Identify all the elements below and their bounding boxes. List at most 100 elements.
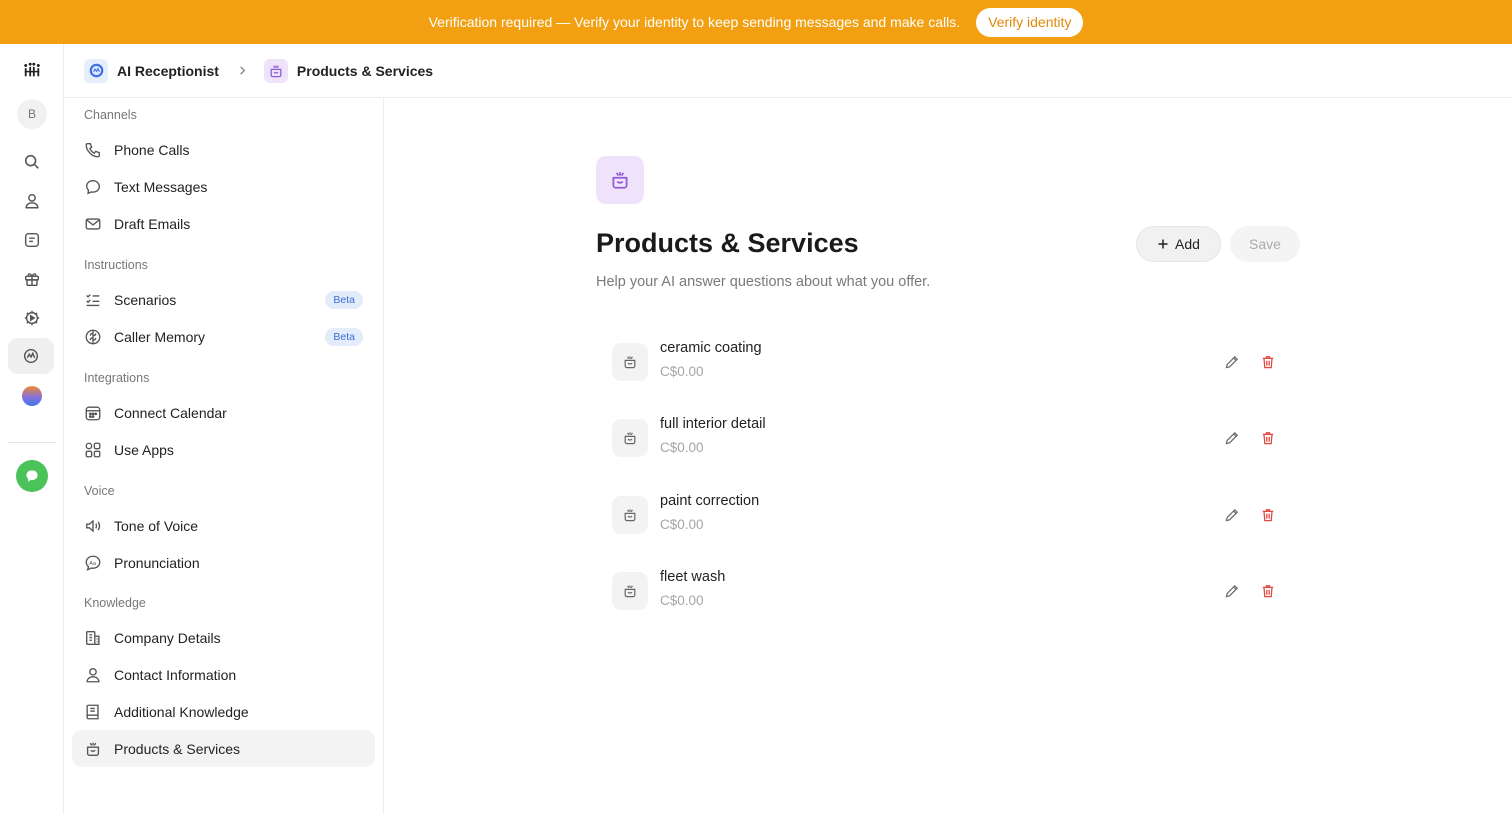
add-button[interactable]: Add xyxy=(1136,226,1221,262)
section-label-integrations: Integrations xyxy=(84,371,150,385)
sidebar-item-label: Products & Services xyxy=(114,740,241,757)
breadcrumb-root[interactable]: AI Receptionist xyxy=(84,58,219,83)
add-button-label: Add xyxy=(1175,236,1200,252)
orb-icon[interactable] xyxy=(12,378,52,414)
avatar-initial: B xyxy=(17,99,47,129)
sidebar-item-phone-calls[interactable]: Phone Calls xyxy=(72,131,375,168)
product-price: C$0.00 xyxy=(660,517,704,532)
section-label-channels: Channels xyxy=(84,108,137,122)
brain-icon xyxy=(85,329,101,344)
verification-banner: Verification required — Verify your iden… xyxy=(0,0,1512,44)
pencil-icon[interactable] xyxy=(1222,352,1242,372)
sidebar-item-contact-information[interactable]: Contact Information xyxy=(72,656,375,693)
ai-receptionist-icon[interactable] xyxy=(8,338,54,374)
speaker-icon xyxy=(86,519,101,532)
settings-sidebar: Channels Phone Calls Text Messages Draft… xyxy=(64,98,384,814)
note-icon[interactable] xyxy=(12,222,52,258)
person-icon[interactable] xyxy=(12,183,52,219)
sidebar-item-label: Scenarios xyxy=(114,291,177,308)
sidebar-item-caller-memory[interactable]: Caller Memory Beta xyxy=(72,318,375,355)
list-item[interactable]: full interior detail C$0.00 xyxy=(612,410,1292,466)
product-icon xyxy=(86,742,100,756)
mail-icon xyxy=(85,217,101,230)
product-price: C$0.00 xyxy=(660,593,704,608)
beta-badge: Beta xyxy=(325,290,363,309)
sidebar-item-label: Caller Memory xyxy=(114,328,206,345)
save-button[interactable]: Save xyxy=(1230,226,1300,262)
sidebar-item-company-details[interactable]: Company Details xyxy=(72,619,375,656)
apps-icon xyxy=(85,442,101,457)
product-icon xyxy=(612,343,648,381)
sidebar-item-tone-of-voice[interactable]: Tone of Voice xyxy=(72,507,375,544)
sidebar-item-draft-emails[interactable]: Draft Emails xyxy=(72,205,375,242)
sidebar-item-scenarios[interactable]: Scenarios Beta xyxy=(72,281,375,318)
sidebar-item-label: Connect Calendar xyxy=(114,404,227,421)
sidebar-item-label: Text Messages xyxy=(114,178,208,195)
gear-play-icon[interactable] xyxy=(12,300,52,336)
book-icon xyxy=(86,704,99,719)
product-name: ceramic coating xyxy=(660,340,762,356)
product-icon xyxy=(612,496,648,534)
main-content: Products & Services Help your AI answer … xyxy=(384,98,1512,814)
building-icon xyxy=(86,630,100,645)
phone-icon xyxy=(85,142,100,157)
sidebar-item-label: Company Details xyxy=(114,629,221,646)
sidebar-item-connect-calendar[interactable]: Connect Calendar xyxy=(72,394,375,431)
breadcrumb: AI Receptionist Products & Services xyxy=(64,44,1512,98)
sidebar-item-label: Contact Information xyxy=(114,666,237,683)
section-label-voice: Voice xyxy=(84,484,115,498)
sidebar-item-label: Pronunciation xyxy=(114,554,200,571)
sidebar-item-pronunciation[interactable]: Aa Pronunciation xyxy=(72,544,375,581)
product-price: C$0.00 xyxy=(660,364,704,379)
message-icon xyxy=(86,179,100,194)
sidebar-item-label: Additional Knowledge xyxy=(114,703,249,720)
product-icon xyxy=(596,156,644,204)
svg-text:Aa: Aa xyxy=(89,560,96,566)
list-item[interactable]: ceramic coating C$0.00 xyxy=(612,334,1292,390)
product-icon xyxy=(612,419,648,457)
logo-icon[interactable] xyxy=(12,52,52,88)
sidebar-item-label: Tone of Voice xyxy=(114,517,199,534)
chevron-right-icon xyxy=(237,65,248,76)
chat-bubble xyxy=(16,460,48,492)
trash-icon[interactable] xyxy=(1258,505,1278,525)
pronunciation-icon: Aa xyxy=(85,555,101,571)
page-subtitle: Help your AI answer questions about what… xyxy=(596,274,931,290)
sidebar-item-products-services[interactable]: Products & Services xyxy=(72,730,375,767)
product-price: C$0.00 xyxy=(660,440,704,455)
pencil-icon[interactable] xyxy=(1222,505,1242,525)
trash-icon[interactable] xyxy=(1258,581,1278,601)
product-name: full interior detail xyxy=(660,416,766,432)
search-icon[interactable] xyxy=(12,144,52,180)
plus-icon xyxy=(1158,239,1168,249)
chat-icon[interactable] xyxy=(12,458,52,494)
checklist-icon xyxy=(86,293,100,306)
calendar-icon xyxy=(85,405,101,420)
product-icon xyxy=(612,572,648,610)
breadcrumb-root-label: AI Receptionist xyxy=(117,62,219,79)
sidebar-item-label: Phone Calls xyxy=(114,141,190,158)
breadcrumb-current-label: Products & Services xyxy=(296,62,434,79)
pencil-icon[interactable] xyxy=(1222,581,1242,601)
banner-message: Verification required — Verify your iden… xyxy=(428,14,961,30)
section-label-instructions: Instructions xyxy=(84,258,148,272)
sidebar-item-use-apps[interactable]: Use Apps xyxy=(72,431,375,468)
pencil-icon[interactable] xyxy=(1222,428,1242,448)
verify-identity-button[interactable]: Verify identity xyxy=(976,7,1084,37)
page-title: Products & Services xyxy=(596,228,859,258)
gift-icon[interactable] xyxy=(12,261,52,297)
icon-rail: B xyxy=(0,44,64,814)
rail-divider xyxy=(8,442,56,443)
trash-icon[interactable] xyxy=(1258,352,1278,372)
breadcrumb-current[interactable]: Products & Services xyxy=(263,58,434,83)
list-item[interactable]: paint correction C$0.00 xyxy=(612,487,1292,543)
product-icon xyxy=(263,58,288,83)
sidebar-item-additional-knowledge[interactable]: Additional Knowledge xyxy=(72,693,375,730)
section-label-knowledge: Knowledge xyxy=(84,596,146,610)
list-item[interactable]: fleet wash C$0.00 xyxy=(612,563,1292,619)
trash-icon[interactable] xyxy=(1258,428,1278,448)
sidebar-item-text-messages[interactable]: Text Messages xyxy=(72,168,375,205)
product-name: paint correction xyxy=(660,493,760,509)
beta-badge: Beta xyxy=(325,327,363,346)
avatar[interactable]: B xyxy=(12,96,52,132)
